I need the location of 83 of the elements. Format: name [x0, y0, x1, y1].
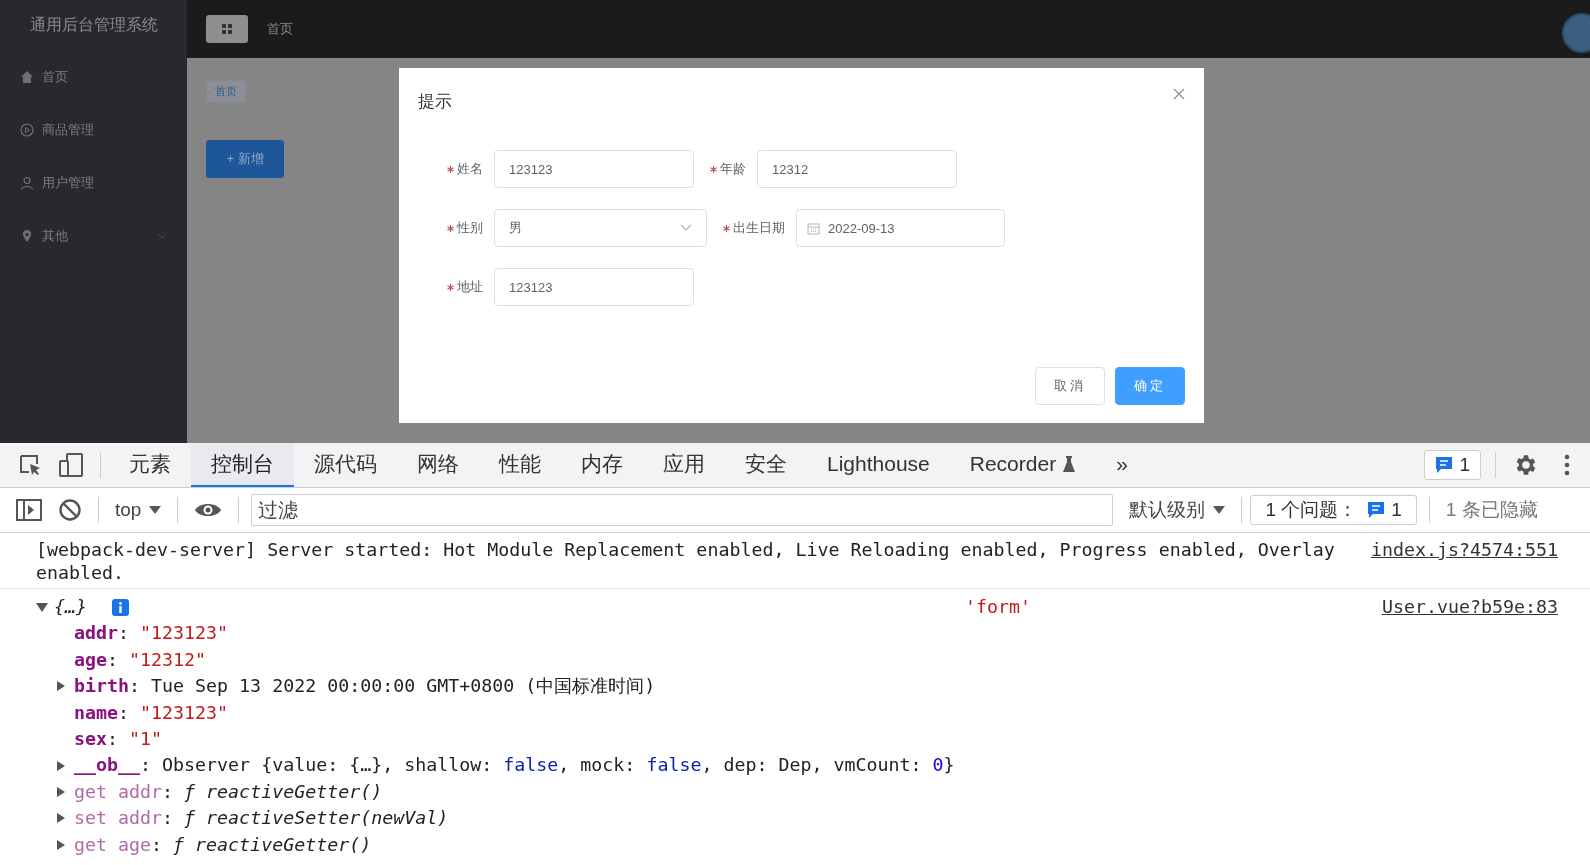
log-level-selector[interactable]: 默认级别: [1121, 497, 1234, 523]
info-icon: [112, 598, 129, 616]
console-message: [webpack-dev-server] Server started: Hot Module Replacement enabled, Live Reloading enabled, Progress enabled, Overlay enabled.: [36, 538, 1336, 584]
property-row[interactable]: get addr: ƒ reactiveGetter(): [74, 778, 383, 806]
inspect-icon: [18, 453, 42, 477]
log-label: 'form': [965, 595, 1032, 619]
property-row-text: addr: "123123": [74, 621, 229, 646]
field-label: 性别: [418, 219, 494, 237]
source-link[interactable]: User.vue?b59e:83: [1381, 594, 1558, 621]
devtools-tab[interactable]: 内存: [561, 443, 643, 487]
avatar[interactable]: [1562, 13, 1590, 53]
devtools-tab[interactable]: 控制台: [191, 443, 294, 487]
input-field[interactable]: 12312: [757, 150, 957, 188]
required-icon: [447, 224, 454, 232]
required-icon: [723, 224, 730, 232]
calendar-icon: [807, 221, 820, 235]
expanded-triangle-icon[interactable]: [36, 601, 48, 614]
property-row-text: age: "12312": [74, 647, 207, 672]
date-field[interactable]: 2022-09-13: [796, 209, 1005, 247]
select-field[interactable]: 男: [494, 209, 707, 247]
property-row-text: name: "123123": [74, 700, 229, 725]
required-icon: [710, 165, 717, 173]
nav-item[interactable]: 首页: [0, 50, 187, 103]
field-label: 地址: [418, 278, 494, 296]
devtools-tab[interactable]: 安全: [725, 443, 807, 487]
collapsed-triangle-icon[interactable]: [56, 838, 66, 851]
devtools-tab[interactable]: 应用: [643, 443, 725, 487]
chevron-down-icon: [157, 232, 167, 239]
devtools-tab[interactable]: Recorder: [949, 443, 1097, 487]
caret-icon: [149, 505, 162, 515]
property-row[interactable]: get age: ƒ reactiveGetter(): [74, 831, 372, 859]
chevron-down-icon: [680, 224, 692, 232]
message-icon: [1435, 456, 1454, 474]
eye-icon: [194, 501, 223, 519]
filter-field[interactable]: 过滤: [251, 494, 1114, 526]
property-row[interactable]: birth: Tue Sep 13 2022 00:00:00 GMT+0800 (中国标准时间): [74, 673, 656, 700]
sidebar-toggle-icon: [16, 499, 42, 521]
app-title: 通用后台管理系统: [28, 14, 159, 35]
issues-button[interactable]: 1 个问题： 1: [1250, 495, 1417, 525]
devtools-tab[interactable]: 源代码: [294, 443, 397, 487]
cancel-button[interactable]: 取消: [1035, 367, 1105, 405]
devtools-tab[interactable]: 性能: [479, 443, 561, 487]
kebab-menu-icon: [1564, 453, 1570, 477]
device-icon: [58, 452, 84, 478]
collapsed-triangle-icon[interactable]: [56, 786, 66, 799]
location-pin-icon: [20, 228, 34, 243]
menu-icon: [222, 24, 232, 34]
property-row[interactable]: __ob__: Observer {value: {…}, shallow: false, mock: false, dep: Dep, vmCount: 0}: [74, 752, 955, 779]
menu-button[interactable]: [206, 15, 248, 43]
property-row[interactable]: set addr: ƒ reactiveSetter(newVal): [74, 805, 449, 832]
input-field[interactable]: 123123: [494, 150, 694, 188]
input-field[interactable]: 123123: [494, 268, 694, 306]
hidden-count: 1 条已隐藏: [1444, 498, 1538, 522]
nav-item[interactable]: 商品管理: [0, 103, 187, 156]
issues-badge[interactable]: 1: [1424, 450, 1481, 480]
devtools-tab[interactable]: 元素: [109, 443, 191, 487]
block-icon: [58, 498, 82, 522]
user-icon: [20, 175, 34, 190]
field-label: 出生日期: [723, 219, 796, 237]
close-icon[interactable]: [1173, 88, 1185, 100]
devtools-tab[interactable]: Lighthouse: [807, 443, 950, 487]
object-summary[interactable]: {…}: [54, 594, 106, 621]
context-selector[interactable]: top: [107, 499, 170, 521]
message-icon: [1367, 501, 1386, 519]
more-tabs-button[interactable]: »: [1096, 443, 1148, 487]
caret-icon: [1213, 505, 1226, 515]
property-row-text: sex: "1": [74, 727, 163, 752]
collapsed-triangle-icon[interactable]: [56, 759, 66, 772]
field-label: 年龄: [710, 160, 757, 178]
flask-icon: [1062, 455, 1077, 473]
devtools-tab[interactable]: 网络: [397, 443, 479, 487]
required-icon: [447, 165, 454, 173]
collapsed-triangle-icon[interactable]: [56, 680, 66, 693]
home-icon: [20, 69, 34, 84]
nav-item[interactable]: 用户管理: [0, 156, 187, 209]
source-link[interactable]: index.js?4574:551: [1370, 538, 1558, 561]
dialog-title: 提示: [418, 91, 452, 113]
nav-item[interactable]: 其他: [0, 209, 187, 262]
field-label: 姓名: [418, 160, 494, 178]
collapsed-triangle-icon[interactable]: [56, 812, 66, 825]
breadcrumb[interactable]: 首页: [267, 20, 293, 38]
required-icon: [447, 283, 454, 291]
play-circle-icon: [20, 122, 34, 137]
